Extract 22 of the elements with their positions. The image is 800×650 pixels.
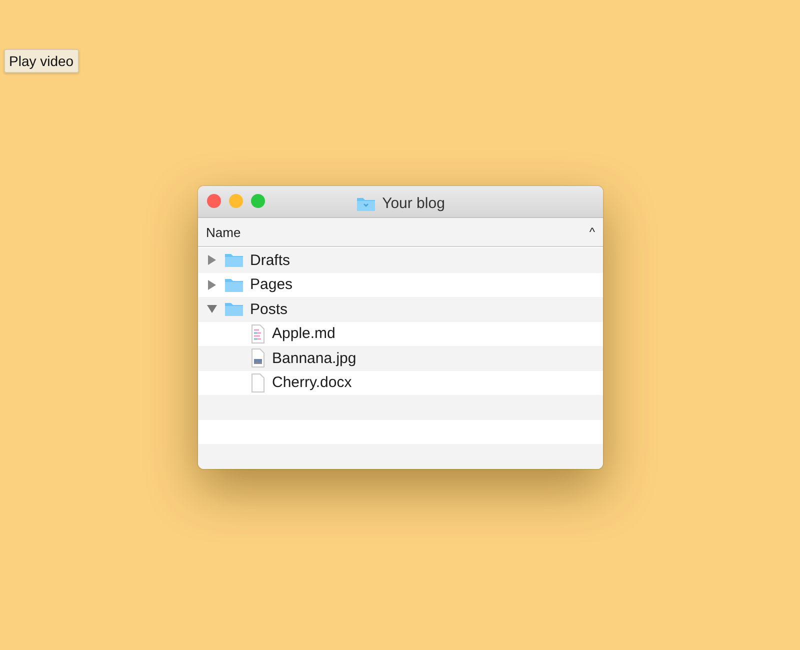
text-file-icon (250, 324, 266, 344)
folder-icon (356, 196, 376, 212)
window-title: Your blog (382, 195, 445, 212)
folder-icon (224, 276, 244, 293)
folder-name[interactable]: Posts (250, 300, 288, 318)
file-name[interactable]: Cherry.docx (272, 374, 352, 392)
zoom-button[interactable] (251, 194, 265, 208)
disclosure-triangle[interactable] (207, 255, 217, 266)
file-name[interactable]: Apple.md (272, 325, 336, 342)
disclosure-triangle[interactable] (207, 280, 217, 290)
folder-name[interactable]: Drafts (250, 252, 290, 269)
folder-name[interactable]: Pages (250, 276, 293, 294)
play-video-button[interactable]: Play video (4, 49, 79, 73)
disclosure-triangle[interactable] (207, 304, 217, 314)
close-button[interactable] (207, 194, 221, 208)
column-header[interactable]: Name ^ (198, 218, 603, 247)
folder-icon (224, 252, 244, 268)
column-label: Name (206, 224, 241, 240)
file-icon (250, 372, 266, 393)
sort-indicator[interactable]: ^ (589, 225, 595, 239)
file-name[interactable]: Bannana.jpg (272, 350, 356, 367)
folder-icon (224, 301, 244, 318)
